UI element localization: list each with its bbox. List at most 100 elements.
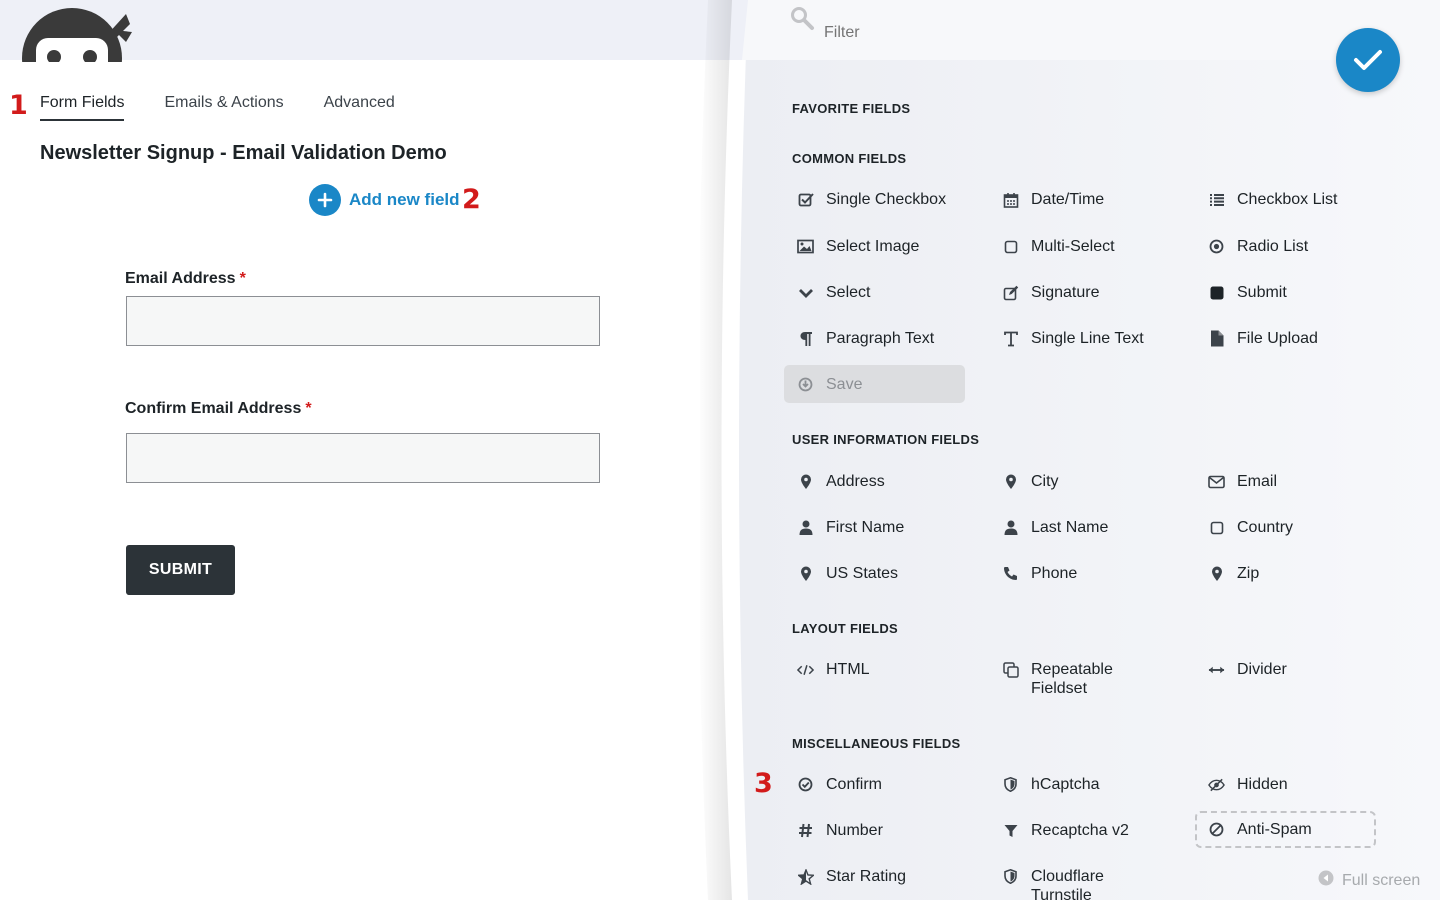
field-radio-list[interactable]: Radio List [1203,237,1383,256]
filter-input[interactable] [824,24,1224,42]
field-submit[interactable]: Submit [1203,283,1383,302]
email-address-label: Email Address * [125,270,246,288]
checkbox-checked-icon [797,191,814,208]
submit-button[interactable]: SUBMIT [126,545,235,595]
square-outline-icon [1208,519,1225,536]
field-number[interactable]: Number [792,821,972,840]
arrows-horizontal-icon [1208,661,1225,678]
tab-emails-actions[interactable]: Emails & Actions [164,94,283,121]
image-icon [797,238,814,255]
field-us-states[interactable]: US States [792,564,972,583]
map-pin-icon [797,565,814,582]
form-title: Newsletter Signup - Email Validation Dem… [40,142,447,164]
field-select-image[interactable]: Select Image [792,237,972,256]
section-user-information-fields: USER INFORMATION FIELDS [792,432,980,447]
field-confirm[interactable]: Confirm [792,775,972,794]
section-favorite-fields: FAVORITE FIELDS [792,101,911,116]
confirm-email-label-text: Confirm Email Address [125,400,302,417]
arrow-left-circle-icon [1318,870,1334,891]
field-select[interactable]: Select [792,283,972,302]
shield-icon [1002,868,1019,885]
field-phone[interactable]: Phone [997,564,1177,583]
full-screen-button[interactable]: Full screen [1318,870,1420,891]
section-common-fields: COMMON FIELDS [792,151,907,166]
field-paragraph-text[interactable]: Paragraph Text [792,329,972,348]
section-miscellaneous-fields: MISCELLANEOUS FIELDS [792,736,961,751]
required-mark: * [305,400,312,417]
user-icon [1002,519,1019,536]
save-icon [797,376,814,393]
full-screen-label: Full screen [1342,871,1421,889]
radio-icon [1208,238,1225,255]
field-date-time[interactable]: Date/Time [997,190,1177,209]
list-icon [1208,191,1225,208]
square-filled-icon [1208,284,1225,301]
done-button[interactable] [1336,28,1400,92]
tab-form-fields[interactable]: Form Fields [40,94,125,121]
map-pin-icon [1002,473,1019,490]
envelope-icon [1208,473,1225,490]
calendar-icon [1002,191,1019,208]
confirm-email-input[interactable] [126,433,600,483]
tab-advanced[interactable]: Advanced [324,94,395,121]
field-file-upload[interactable]: File Upload [1203,329,1383,348]
field-email[interactable]: Email [1203,472,1383,491]
ninja-logo [18,8,134,62]
text-cursor-icon [1002,330,1019,347]
field-city[interactable]: City [997,472,1177,491]
field-hidden[interactable]: Hidden [1203,775,1383,794]
eye-slash-icon [1208,776,1225,793]
field-first-name[interactable]: First Name [792,518,972,537]
shield-icon [1002,776,1019,793]
file-icon [1208,330,1225,347]
copy-icon [1002,661,1019,678]
filter-bar [790,4,1290,56]
search-icon [790,6,816,37]
field-last-name[interactable]: Last Name [997,518,1177,537]
field-single-checkbox[interactable]: Single Checkbox [792,190,972,209]
chevron-down-icon [797,284,814,301]
email-address-input[interactable] [126,296,600,346]
field-recaptcha-v2[interactable]: Recaptcha v2 [997,821,1177,840]
email-address-label-text: Email Address [125,270,236,287]
add-new-field-button[interactable]: Add new field [309,184,460,216]
field-save[interactable]: Save [784,365,965,403]
field-anti-spam[interactable]: Anti-Spam [1195,811,1376,848]
confirm-email-label: Confirm Email Address * [125,400,312,418]
ban-icon [1208,821,1225,838]
field-star-rating[interactable]: Star Rating [792,867,972,886]
field-cloudflare-turnstile[interactable]: Cloudflare Turnstile [997,867,1147,900]
paragraph-icon [797,330,814,347]
field-zip[interactable]: Zip [1203,564,1383,583]
field-single-line-text[interactable]: Single Line Text [997,329,1177,348]
square-outline-icon [1002,238,1019,255]
annotation-2: 2 [462,184,481,215]
field-signature[interactable]: Signature [997,283,1177,302]
add-field-drawer: FAVORITE FIELDS COMMON FIELDS Single Che… [700,0,1440,900]
field-divider[interactable]: Divider [1203,660,1383,679]
map-pin-icon [797,473,814,490]
field-repeatable-fieldset[interactable]: Repeatable Fieldset [997,660,1147,698]
code-icon [797,661,814,678]
field-multi-select[interactable]: Multi-Select [997,237,1177,256]
pencil-square-icon [1002,284,1019,301]
filter-icon [1002,822,1019,839]
annotation-3: 3 [754,768,773,799]
field-address[interactable]: Address [792,472,972,491]
hash-icon [797,822,814,839]
add-new-field-label: Add new field [349,190,460,209]
star-half-icon [797,868,814,885]
section-layout-fields: LAYOUT FIELDS [792,621,898,636]
field-hcaptcha[interactable]: hCaptcha [997,775,1177,794]
field-checkbox-list[interactable]: Checkbox List [1203,190,1383,209]
checkmark-icon [1354,50,1382,70]
plus-icon [309,184,341,216]
field-country[interactable]: Country [1203,518,1383,537]
field-html[interactable]: HTML [792,660,972,679]
annotation-1: 1 [9,90,28,121]
user-icon [797,519,814,536]
check-circle-icon [797,776,814,793]
phone-icon [1002,565,1019,582]
required-mark: * [239,270,246,287]
builder-tabs: Form Fields Emails & Actions Advanced [40,94,395,121]
